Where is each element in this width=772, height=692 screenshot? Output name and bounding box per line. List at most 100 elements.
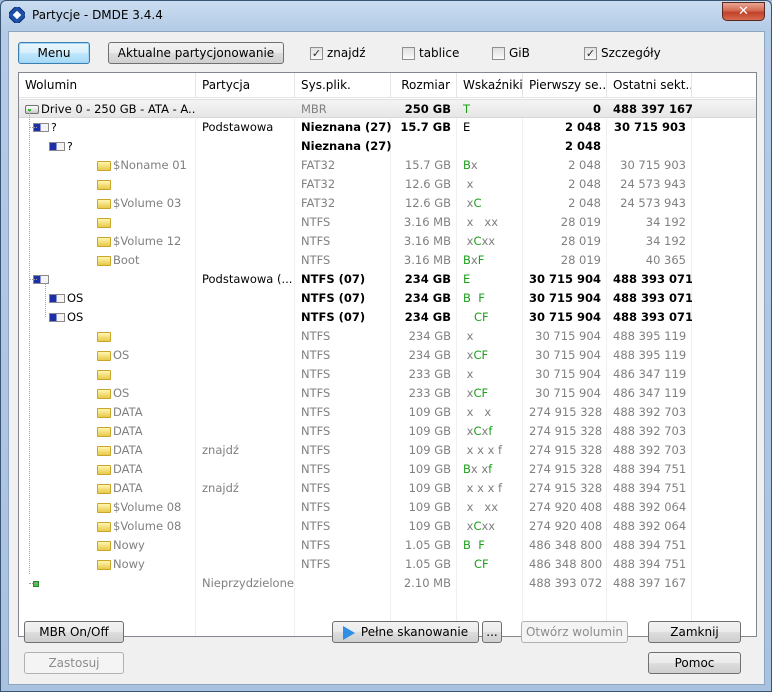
- volume-cell: [19, 213, 196, 232]
- details-checkbox[interactable]: ✓ Szczegóły: [584, 45, 661, 61]
- table-row[interactable]: ? Podstawowa Nieznana (27) 15.7 GB E 2 048 30 …: [19, 118, 756, 137]
- flag-text: B: [463, 158, 471, 172]
- filesystem-cell: [295, 574, 391, 593]
- full-scan-button[interactable]: Pełne skanowanie: [332, 621, 479, 643]
- filesystem-cell: Nieznana (27): [301, 139, 391, 153]
- gib-checkbox-box[interactable]: [492, 46, 505, 60]
- table-row[interactable]: ? Nieznana (27) 2 048: [19, 137, 756, 156]
- flag-text: C: [473, 386, 482, 400]
- table-row[interactable]: DATA NTFS 109 GB xCxf 274 915 328 488 392 70…: [19, 422, 756, 441]
- flags-cell: xC: [457, 194, 523, 213]
- table-row[interactable]: NTFS 233 GB x 30 715 904 486 347 119: [19, 365, 756, 384]
- scan-options-button[interactable]: ...: [482, 621, 502, 643]
- table-row[interactable]: DATA znajdź NTFS 109 GB x x x f 274 915 328 4…: [19, 441, 756, 460]
- table-row[interactable]: $Volume 03 FAT32 12.6 GB xC 2 048 24 573 943: [19, 194, 756, 213]
- details-checkbox-box[interactable]: ✓: [584, 46, 597, 60]
- tables-checkbox-box[interactable]: [402, 46, 415, 60]
- partition-cell: [196, 137, 295, 156]
- help-button[interactable]: Pomoc: [648, 652, 741, 674]
- current-partitioning-button[interactable]: Aktualne partycjonowanie: [108, 42, 284, 64]
- last-sector-cell: 488 392 064: [613, 519, 687, 533]
- filesystem-cell: NTFS: [301, 519, 331, 533]
- flag-text: F: [477, 253, 485, 267]
- gib-checkbox[interactable]: GiB: [492, 45, 530, 61]
- flags-cell: x: [457, 175, 523, 194]
- volume-folder-icon: [97, 559, 111, 570]
- flags-cell: BxF: [457, 251, 523, 270]
- flag-text: x: [463, 234, 474, 248]
- table-row[interactable]: Podstawowa (... NTFS (07) 234 GB E 30 715 90…: [19, 270, 756, 289]
- column-header-filesystem[interactable]: Sys.plik.: [295, 73, 391, 98]
- table-row[interactable]: FAT32 12.6 GB x 2 048 24 573 943: [19, 175, 756, 194]
- last-sector-cell: 488 394 751: [613, 557, 687, 571]
- table-row[interactable]: NTFS 3.16 MB x xx 28 019 34 192: [19, 213, 756, 232]
- table-row[interactable]: $Volume 12 NTFS 3.16 MB xCxx 28 019 34 192: [19, 232, 756, 251]
- volume-folder-icon: [97, 236, 111, 247]
- table-row[interactable]: Nieprzydzielone 2.10 MB 488 393 072 488 397…: [19, 574, 756, 593]
- table-header: Wolumin Partycja Sys.plik. Rozmiar Wskaź…: [19, 73, 756, 98]
- flag-text: F: [478, 291, 485, 305]
- table-row[interactable]: OS NTFS 233 GB xCF 30 715 904 486 347 119: [19, 384, 756, 403]
- partition-cell: [196, 536, 295, 555]
- unknown-partition-icon: [49, 142, 65, 151]
- size-cell: 109 GB: [408, 481, 451, 495]
- flag-text: x x x f: [463, 443, 503, 457]
- volume-folder-icon: [97, 255, 111, 266]
- column-header-last-sector[interactable]: Ostatni sekt...: [607, 73, 692, 98]
- find-checkbox[interactable]: ✓ znajdź: [310, 45, 366, 61]
- flag-text: xx: [481, 234, 496, 248]
- close-button[interactable]: Zamknij: [648, 621, 741, 643]
- size-cell: 109 GB: [408, 500, 451, 514]
- menu-button[interactable]: Menu: [18, 42, 90, 64]
- volume-cell: ?: [19, 118, 196, 137]
- find-checkbox-box[interactable]: ✓: [310, 46, 323, 60]
- filesystem-cell: NTFS: [301, 481, 331, 495]
- partition-cell: Nieprzydzielone: [202, 576, 294, 590]
- apply-button[interactable]: Zastosuj: [24, 652, 124, 674]
- flag-text: F: [478, 538, 485, 552]
- volume-folder-icon: [97, 198, 111, 209]
- volume-cell: $Volume 03: [19, 194, 196, 213]
- title-bar[interactable]: Partycje - DMDE 3.4.4 ✕: [1, 1, 771, 31]
- partitions-table[interactable]: Wolumin Partycja Sys.plik. Rozmiar Wskaź…: [18, 72, 757, 637]
- window-close-button[interactable]: ✕: [722, 2, 765, 21]
- first-sector-cell: 274 920 408: [529, 500, 603, 514]
- flags-cell: x: [457, 365, 523, 384]
- tables-checkbox[interactable]: tablice: [402, 45, 459, 61]
- table-row[interactable]: Boot NTFS 3.16 MB BxF 28 019 40 365: [19, 251, 756, 270]
- table-row[interactable]: DATA znajdź NTFS 109 GB x x x f 274 915 328 4…: [19, 479, 756, 498]
- first-sector-cell: 2 048: [564, 120, 601, 134]
- column-header-flags[interactable]: Wskaźniki: [457, 73, 523, 98]
- table-row[interactable]: Nowy NTFS 1.05 GB B F 486 348 800 488 394 751: [19, 536, 756, 555]
- table-row[interactable]: DATA NTFS 109 GB x x 274 915 328 488 392 703: [19, 403, 756, 422]
- table-row[interactable]: Drive 0 - 250 GB - ATA - A... MBR 250 GB T 0…: [19, 99, 756, 118]
- table-row[interactable]: $Noname 01 FAT32 15.7 GB Bx 2 048 30 715 903: [19, 156, 756, 175]
- table-row[interactable]: OS NTFS (07) 234 GB CF 30 715 904 488 393 07…: [19, 308, 756, 327]
- column-header-first-sector[interactable]: Pierwszy se...: [523, 73, 607, 98]
- find-checkbox-label: znajdź: [327, 46, 366, 60]
- volume-cell: [19, 574, 196, 593]
- flag-text: C: [473, 424, 482, 438]
- table-row[interactable]: OS NTFS (07) 234 GB B F 30 715 904 488 393 07…: [19, 289, 756, 308]
- table-row[interactable]: $Volume 08 NTFS 109 GB xCxx 274 920 408 488 …: [19, 517, 756, 536]
- column-header-size[interactable]: Rozmiar: [391, 73, 457, 98]
- column-header-volume[interactable]: Wolumin: [19, 73, 196, 98]
- volume-cell: Nowy: [19, 555, 196, 574]
- partition-cell: [196, 403, 295, 422]
- filesystem-cell: NTFS (07): [301, 291, 366, 305]
- table-row[interactable]: DATA NTFS 109 GB Bx xf 274 915 328 488 394 75…: [19, 460, 756, 479]
- open-volume-button[interactable]: Otwórz wolumin: [521, 621, 628, 643]
- table-row[interactable]: Nowy NTFS 1.05 GB CF 486 348 800 488 394 751: [19, 555, 756, 574]
- table-row[interactable]: OS NTFS 234 GB xCF 30 715 904 488 395 119: [19, 346, 756, 365]
- first-sector-cell: 30 715 904: [529, 291, 602, 305]
- size-cell: 109 GB: [408, 405, 451, 419]
- column-header-partition[interactable]: Partycja: [196, 73, 295, 98]
- flag-text: F: [481, 386, 489, 400]
- volume-name: OS: [67, 291, 84, 305]
- flags-cell: CF: [457, 308, 523, 327]
- unknown-partition-icon: ?: [67, 140, 73, 153]
- mbr-on-off-button[interactable]: MBR On/Off: [24, 621, 124, 643]
- table-row[interactable]: $Volume 08 NTFS 109 GB x xx 274 920 408 488 …: [19, 498, 756, 517]
- table-row[interactable]: NTFS 234 GB x 30 715 904 488 395 119: [19, 327, 756, 346]
- partition-icon: [49, 313, 65, 322]
